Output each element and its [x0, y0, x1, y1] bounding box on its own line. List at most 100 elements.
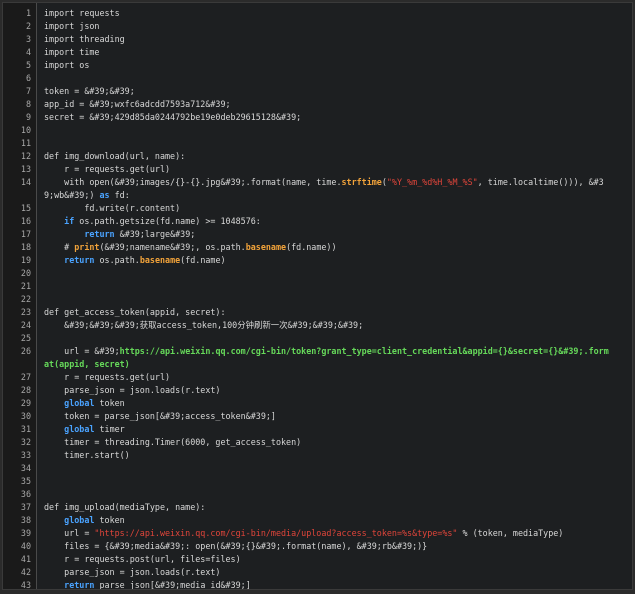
code-line[interactable]: 28 parse_json = json.loads(r.text) [3, 384, 632, 397]
token-text: parse_json = json.loads(r.text) [44, 567, 221, 577]
line-number: 16 [20, 216, 31, 226]
token-text: url = [44, 528, 95, 538]
code-line[interactable]: 8 app_id = &#39;wxfc6adcdd7593a712&#39; [3, 98, 632, 111]
line-source: def img_upload(mediaType, name): [31, 501, 205, 514]
line-source: secret = &#39;429d85da0244792be19e0deb29… [31, 111, 301, 124]
line-source [31, 280, 44, 293]
code-line[interactable]: 40 files = {&#39;media&#39;: open(&#39;{… [3, 540, 632, 553]
code-line[interactable]: 26 url = &#39;https://api.weixin.qq.com/… [3, 345, 632, 358]
code-line[interactable]: 33 timer.start() [3, 449, 632, 462]
code-line[interactable]: 4 import time [3, 46, 632, 59]
token-str: "%Y_%m_%d%H_%M_%S" [386, 177, 478, 187]
line-number: 6 [25, 73, 31, 83]
code-line[interactable]: 18 # print(&#39;namename&#39;, os.path.b… [3, 241, 632, 254]
code-line[interactable]: 13 r = requests.get(url) [3, 163, 632, 176]
token-text: import os [44, 60, 90, 70]
line-number: 3 [25, 34, 31, 44]
code-line[interactable]: 23 def get_access_token(appid, secret): [3, 306, 632, 319]
line-number: 9 [25, 112, 31, 122]
token-text: timer = threading.Timer(6000, get_access… [44, 437, 302, 447]
token-text: with open(&#39;images/{}-{}.jpg&#39;.for… [44, 177, 342, 187]
code-line[interactable]: 37 def img_upload(mediaType, name): [3, 501, 632, 514]
code-line[interactable]: 19 return os.path.basename(fd.name) [3, 254, 632, 267]
line-number: 32 [20, 437, 31, 447]
line-source [31, 267, 44, 280]
code-line[interactable]: 9 secret = &#39;429d85da0244792be19e0deb2… [3, 111, 632, 124]
code-line[interactable]: 38 global token [3, 514, 632, 527]
line-number [3, 189, 31, 202]
code-line[interactable]: 7 token = &#39;&#39; [3, 85, 632, 98]
code-line[interactable]: 11 [3, 137, 632, 150]
line-source [31, 475, 44, 488]
code-line[interactable]: 36 [3, 488, 632, 501]
line-number: 37 [20, 502, 31, 512]
token-kw: global [64, 398, 95, 408]
token-text: , time.localtime())), &#3 [477, 177, 604, 187]
code-line[interactable]: 17 return &#39;large&#39; [3, 228, 632, 241]
line-source: import time [31, 46, 99, 59]
code-line[interactable]: 27 r = requests.get(url) [3, 371, 632, 384]
code-line[interactable]: 43 return parse_json[&#39;media_id&#39;] [3, 579, 632, 589]
code-line[interactable]: 5 import os [3, 59, 632, 72]
token-text: token = &#39;&#39; [44, 86, 135, 96]
code-line[interactable]: 14 with open(&#39;images/{}-{}.jpg&#39;.… [3, 176, 632, 189]
token-text: r = requests.post(url, files=files) [44, 554, 241, 564]
code-line[interactable]: at(appid, secret) [3, 358, 632, 371]
code-line[interactable]: 12 def img_download(url, name): [3, 150, 632, 163]
code-line[interactable]: 41 r = requests.post(url, files=files) [3, 553, 632, 566]
line-number: 13 [20, 164, 31, 174]
code-line[interactable]: 29 global token [3, 397, 632, 410]
code-line[interactable]: 10 [3, 124, 632, 137]
token-text: import json [44, 21, 100, 31]
code-line[interactable]: 21 [3, 280, 632, 293]
token-text: files = {&#39;media&#39;: open(&#39;{}&#… [44, 541, 428, 551]
line-number: 29 [20, 398, 31, 408]
code-line[interactable]: 31 global timer [3, 423, 632, 436]
code-editor[interactable]: 1 import requests 2 import json 3 import thre… [2, 2, 633, 590]
line-source: r = requests.get(url) [31, 371, 170, 384]
code-line[interactable]: 42 parse_json = json.loads(r.text) [3, 566, 632, 579]
code-line[interactable]: 35 [3, 475, 632, 488]
code-line[interactable]: 25 [3, 332, 632, 345]
code-line[interactable]: 20 [3, 267, 632, 280]
code-line[interactable]: 32 timer = threading.Timer(6000, get_acc… [3, 436, 632, 449]
code-line[interactable]: 9;wb&#39;) as fd: [3, 189, 632, 202]
code-line[interactable]: 1 import requests [3, 7, 632, 20]
line-number: 31 [20, 424, 31, 434]
line-source: return &#39;large&#39; [31, 228, 195, 241]
line-source: files = {&#39;media&#39;: open(&#39;{}&#… [31, 540, 427, 553]
line-number: 27 [20, 372, 31, 382]
token-fn: basename [245, 242, 287, 252]
line-source: r = requests.get(url) [31, 163, 170, 176]
code-line[interactable]: 3 import threading [3, 33, 632, 46]
token-text: def img_upload(mediaType, name): [44, 502, 206, 512]
line-source: import os [31, 59, 89, 72]
code-line[interactable]: 22 [3, 293, 632, 306]
line-source [31, 137, 44, 150]
code-line[interactable]: 30 token = parse_json[&#39;access_token&… [3, 410, 632, 423]
code-line[interactable]: 16 if os.path.getsize(fd.name) >= 104857… [3, 215, 632, 228]
code-line[interactable]: 15 fd.write(r.content) [3, 202, 632, 215]
code-line[interactable]: 2 import json [3, 20, 632, 33]
line-number: 7 [25, 86, 31, 96]
code-line[interactable]: 39 url = "https://api.weixin.qq.com/cgi-… [3, 527, 632, 540]
token-url: https://api.weixin.qq.com/cgi-bin/token?… [119, 346, 609, 356]
code-line[interactable]: 6 [3, 72, 632, 85]
line-source: global timer [31, 423, 125, 436]
line-source: timer.start() [31, 449, 130, 462]
line-number [3, 358, 31, 371]
line-number: 17 [20, 229, 31, 239]
line-number: 1 [25, 8, 31, 18]
token-kw: if [64, 216, 75, 226]
code-line[interactable]: 34 [3, 462, 632, 475]
token-text: import time [44, 47, 100, 57]
line-source: token = &#39;&#39; [31, 85, 135, 98]
line-source: global token [31, 397, 125, 410]
code-line[interactable]: 24 &#39;&#39;&#39;获取access_token,100分钟刷新… [3, 319, 632, 332]
code-area[interactable]: 1 import requests 2 import json 3 import thre… [3, 7, 632, 589]
line-source: parse_json = json.loads(r.text) [31, 384, 220, 397]
line-source: import json [31, 20, 99, 33]
